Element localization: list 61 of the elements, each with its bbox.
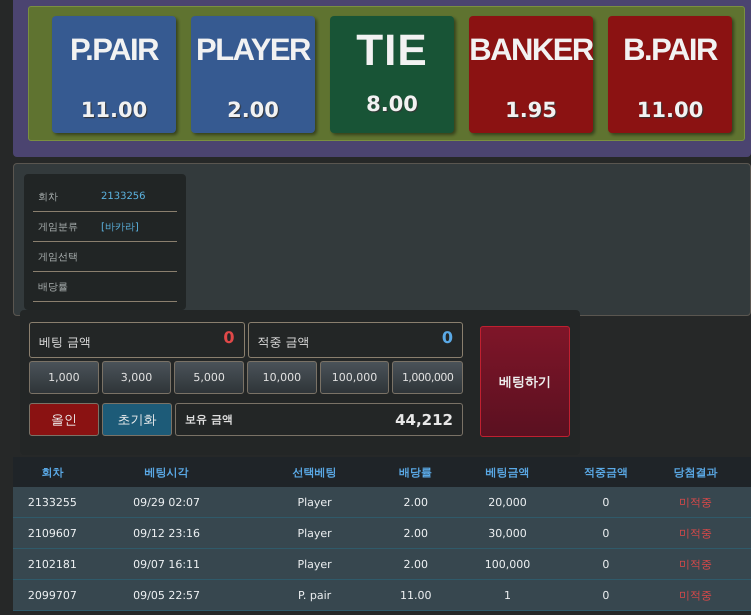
info-value: 2133256	[101, 191, 146, 202]
table-cell-text: 09/12 23:16	[132, 526, 202, 540]
table-cell-text: 11.00	[398, 588, 432, 602]
bet-amount-value: 0	[223, 328, 234, 346]
table-cell-text: 미적중	[678, 556, 714, 572]
bet-amount-label: 베팅 금액	[39, 334, 91, 350]
column-header: 배당률	[398, 464, 434, 480]
table-cell-text: Player	[296, 558, 333, 570]
table-cell-text: 0	[601, 588, 610, 602]
table-cell-text: 2.00	[402, 496, 429, 508]
balance-label: 보유 금액	[185, 412, 233, 427]
table-cell-text: 미적중	[678, 494, 714, 510]
chip-button[interactable]: 100,000	[320, 361, 390, 394]
bet-option-card[interactable]: B.PAIR 11.00	[608, 16, 732, 133]
column-header: 베팅시각	[144, 464, 190, 480]
table-cell-text: 2099707	[26, 588, 78, 602]
table-cell-text: Player	[296, 496, 333, 508]
table-cell-text: 0	[601, 496, 610, 508]
table-cell-text: 1	[502, 588, 512, 602]
table-cell-text: 09/05 22:57	[132, 588, 202, 602]
column-header: 베팅금액	[484, 464, 530, 480]
info-label: 배당률	[38, 280, 69, 294]
table-cell-text: 0	[601, 526, 610, 540]
column-header: 회차	[40, 464, 64, 480]
table-cell-text: P. pair	[296, 588, 332, 602]
chip-button[interactable]: 5,000	[174, 361, 244, 394]
table-cell-text: 30,000	[487, 526, 528, 540]
balance-value: 44,212	[395, 410, 453, 428]
table-cell-text: 2109607	[26, 526, 78, 540]
table-cell-text: 09/29 02:07	[132, 496, 202, 508]
table-cell-text: 09/07 16:11	[132, 558, 202, 570]
reset-button[interactable]: 초기화	[102, 403, 172, 436]
info-label: 회차	[38, 190, 59, 204]
chip-button[interactable]: 1,000	[29, 361, 99, 394]
chip-button[interactable]: 10,000	[247, 361, 317, 394]
all-in-button[interactable]: 올인	[29, 403, 99, 436]
column-header: 당첨결과	[672, 464, 719, 480]
table-cell-text: 미적중	[678, 526, 714, 540]
table-cell-text: Player	[296, 526, 333, 540]
bet-option-card[interactable]: PLAYER 2.00	[191, 16, 315, 133]
table-cell-text: 2102181	[26, 558, 78, 570]
column-header: 적중금액	[582, 464, 629, 480]
chip-button[interactable]: 1,000,000	[392, 361, 464, 394]
table-cell-text: 2133255	[26, 496, 78, 508]
info-label: 게임선택	[38, 250, 79, 264]
win-amount-label: 적중 금액	[258, 334, 310, 350]
table-cell-text: 0	[601, 558, 610, 570]
info-label: 게임분류	[38, 220, 79, 234]
table-cell-text: 2.00	[402, 526, 429, 540]
win-amount-value: 0	[442, 328, 453, 346]
place-bet-button[interactable]: 베팅하기	[480, 326, 570, 437]
column-header: 선택베팅	[292, 464, 338, 480]
bet-option-card[interactable]: TIE 8.00	[330, 16, 454, 133]
info-value: [바카라]	[101, 220, 139, 234]
table-cell-text: 미적중	[678, 588, 714, 602]
table-cell-text: 2.00	[402, 558, 429, 570]
bet-option-card[interactable]: BANKER 1.95	[469, 16, 593, 133]
table-cell-text: 20,000	[487, 496, 528, 508]
table-cell-text: 100,000	[484, 558, 532, 570]
chip-button[interactable]: 3,000	[102, 361, 172, 394]
bet-option-card[interactable]: P.PAIR 11.00	[52, 16, 176, 133]
